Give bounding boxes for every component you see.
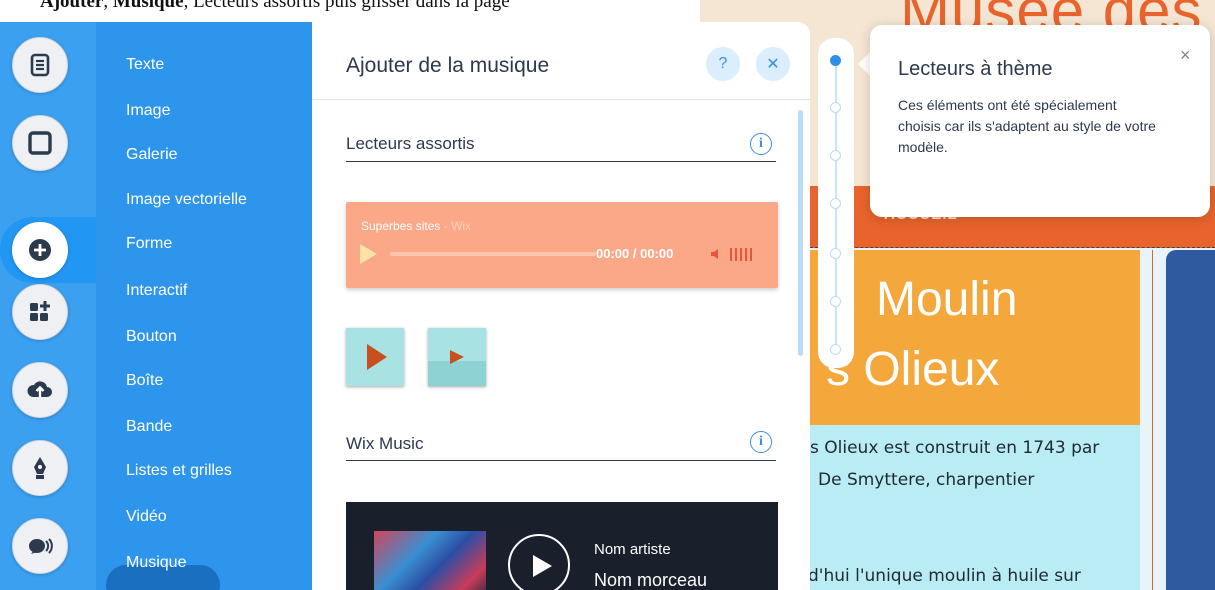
volume-icon[interactable] <box>710 247 724 261</box>
play-icon <box>450 350 464 364</box>
background-icon[interactable] <box>12 115 68 171</box>
timeline-dot[interactable] <box>830 344 841 355</box>
category-forme[interactable]: Forme <box>126 235 172 253</box>
add-category-panel: Texte Image Galerie Image vectorielle Fo… <box>96 22 312 590</box>
play-icon[interactable] <box>360 244 377 264</box>
category-musique[interactable]: Musique <box>126 554 186 572</box>
add-button-active[interactable] <box>0 217 96 283</box>
section-underline <box>346 161 776 162</box>
play-icon <box>533 555 552 577</box>
tooltip-arrow <box>858 52 870 76</box>
editor-root: Ajouter, Musique, Lecteurs assortis puis… <box>0 0 1215 590</box>
site-paragraph-line2: De Smyttere, charpentier <box>818 470 1035 490</box>
play-button[interactable] <box>508 534 570 590</box>
add-music-panel: Ajouter de la musique ? ✕ Lecteurs assor… <box>312 22 810 590</box>
timeline-dot[interactable] <box>830 102 841 113</box>
category-boite[interactable]: Boîte <box>126 372 163 390</box>
pages-icon[interactable] <box>12 37 68 93</box>
tooltip-title: Lecteurs à thème <box>898 58 1053 80</box>
category-interactif[interactable]: Interactif <box>126 282 187 300</box>
timeline-dot[interactable] <box>830 198 841 209</box>
section-divider <box>810 247 1215 248</box>
add-icon[interactable] <box>12 222 68 278</box>
left-rail <box>0 22 96 590</box>
themed-audio-player[interactable]: Superbes sites - Wix 00:00 / 00:00 <box>346 202 778 288</box>
scrollbar-thumb[interactable] <box>798 110 803 356</box>
mini-player-button-1[interactable] <box>346 328 404 386</box>
category-bande[interactable]: Bande <box>126 418 172 436</box>
category-video[interactable]: Vidéo <box>126 508 167 526</box>
timeline-dot[interactable] <box>830 248 841 259</box>
upload-icon[interactable] <box>12 362 68 418</box>
site-side-block <box>1166 250 1215 590</box>
play-icon <box>367 344 387 370</box>
themed-players-tooltip: Lecteurs à thème Ces éléments ont été sp… <box>870 25 1210 217</box>
player-track-info: Superbes sites - Wix <box>361 219 472 233</box>
timeline-dot[interactable] <box>830 150 841 161</box>
player-time: 00:00 / 00:00 <box>596 246 674 261</box>
help-button[interactable]: ? <box>706 47 740 81</box>
info-icon[interactable]: i <box>750 133 772 155</box>
site-paragraph-line3: d'hui l'unique moulin à huile sur <box>808 566 1081 586</box>
site-heading-line1: Moulin <box>876 273 1018 326</box>
wix-music-player[interactable]: Nom artiste Nom morceau <box>346 502 778 590</box>
site-paragraph-line1: s Olieux est construit en 1743 par <box>810 438 1100 458</box>
category-texte[interactable]: Texte <box>126 56 164 74</box>
timeline-dot[interactable] <box>830 296 841 307</box>
close-button[interactable]: ✕ <box>756 47 790 81</box>
button-lower-half <box>428 361 486 386</box>
top-caption: Ajouter, Musique, Lecteurs assortis puis… <box>40 0 510 12</box>
tooltip-close-icon[interactable]: × <box>1180 45 1191 66</box>
panel-header: Ajouter de la musique ? ✕ <box>312 22 810 100</box>
info-icon[interactable]: i <box>750 431 772 453</box>
track-name: Nom morceau <box>594 570 708 590</box>
artist-name: Nom artiste <box>594 541 671 558</box>
volume-level-icon[interactable] <box>730 248 752 261</box>
category-image-vectorielle[interactable]: Image vectorielle <box>126 191 247 209</box>
section-underline <box>346 460 776 461</box>
blog-icon[interactable] <box>12 440 68 496</box>
tooltip-body: Ces éléments ont été spécialement choisi… <box>898 97 1156 155</box>
category-image[interactable]: Image <box>126 102 170 120</box>
album-cover <box>374 531 486 590</box>
section-title-lecteurs: Lecteurs assortis <box>346 134 475 153</box>
timeline-dot-active[interactable] <box>830 55 841 66</box>
panel-title: Ajouter de la musique <box>346 54 550 77</box>
category-listes-et-grilles[interactable]: Listes et grilles <box>126 462 232 480</box>
mini-player-button-2[interactable] <box>428 328 486 386</box>
progress-bar[interactable] <box>390 252 596 256</box>
category-galerie[interactable]: Galerie <box>126 146 178 164</box>
category-bouton[interactable]: Bouton <box>126 328 177 346</box>
section-title-wix-music: Wix Music <box>346 434 424 453</box>
chat-icon[interactable] <box>12 518 68 574</box>
column-divider <box>1152 250 1153 590</box>
preset-timeline <box>818 38 854 368</box>
apps-icon[interactable] <box>12 284 68 340</box>
